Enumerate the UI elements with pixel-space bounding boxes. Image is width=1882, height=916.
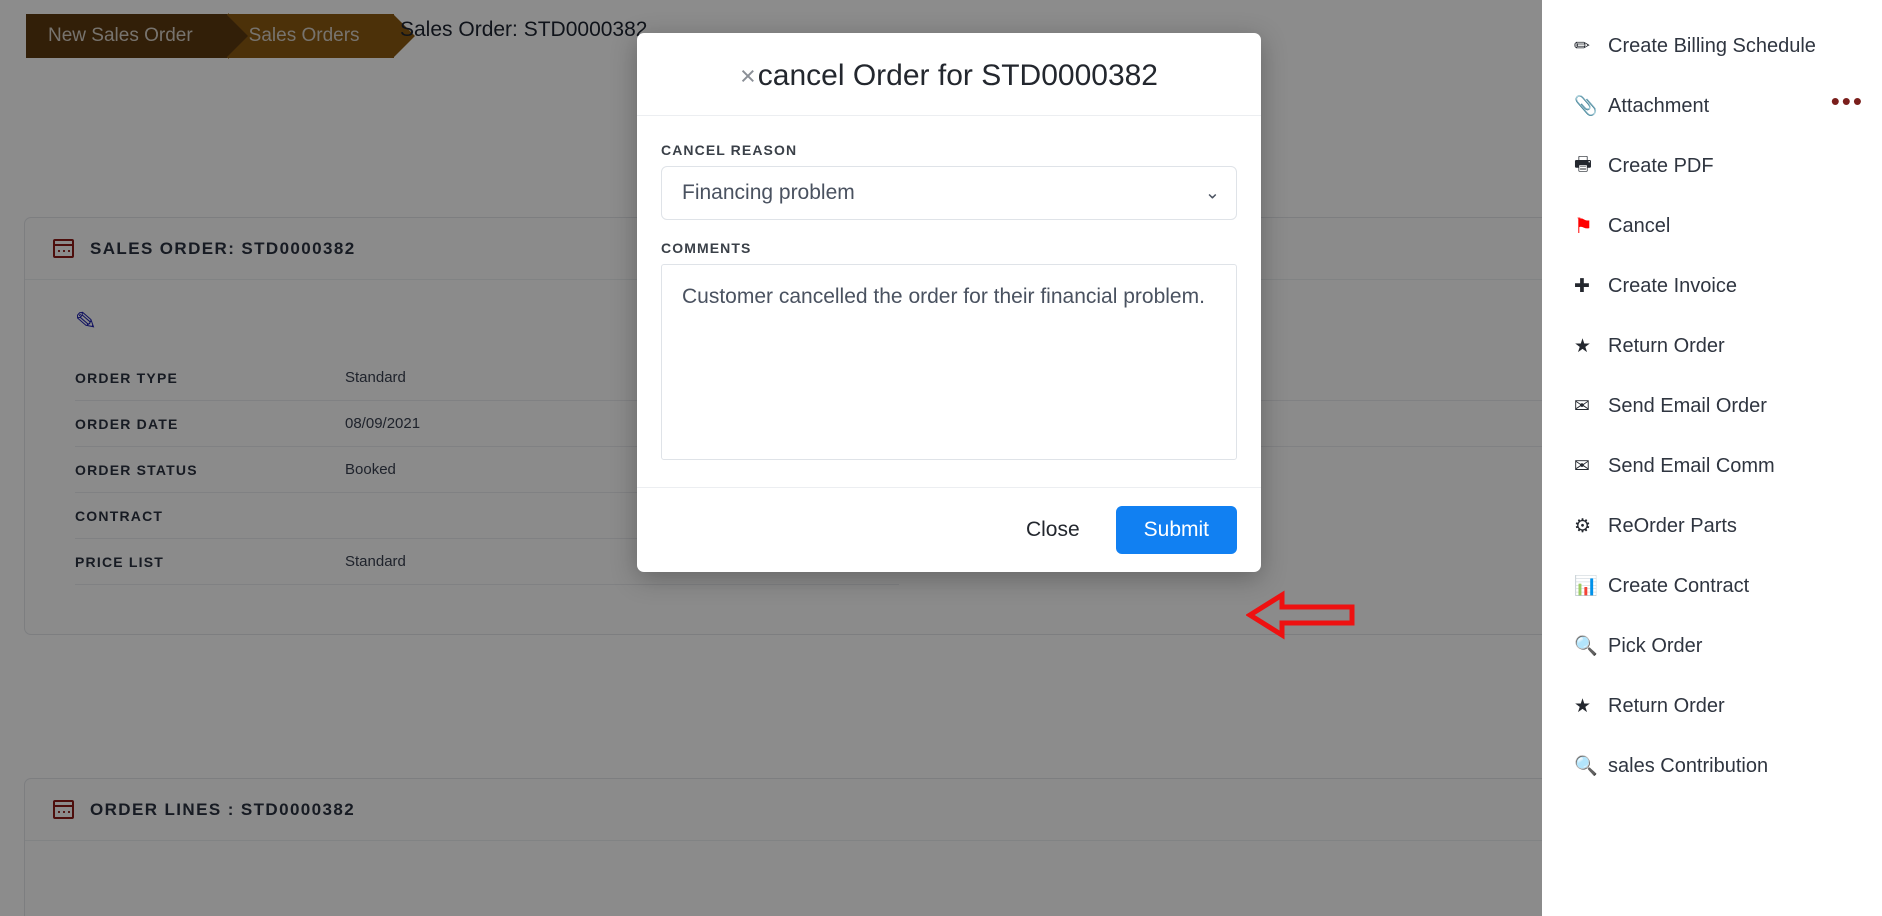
menu-item-label: ReOrder Parts: [1608, 514, 1737, 537]
modal-title: cancel Order for STD0000382: [757, 59, 1158, 92]
modal-header: × cancel Order for STD0000382: [637, 33, 1261, 116]
annotation-arrow-icon: [1246, 590, 1355, 640]
menu-item-label: sales Contribution: [1608, 754, 1769, 777]
cancel-reason-value: Financing problem: [682, 181, 855, 204]
menu-item-send-email-order[interactable]: ✉ Send Email Order: [1542, 376, 1882, 436]
menu-item-label: Attachment: [1608, 94, 1710, 117]
flag-icon: ⚑: [1574, 214, 1593, 238]
menu-item-label: Return Order: [1608, 694, 1725, 717]
pencil-icon: ✏: [1574, 35, 1590, 57]
plus-icon: ✚: [1574, 275, 1590, 297]
menu-item-return-order-2[interactable]: ★ Return Order: [1542, 676, 1882, 736]
envelope-icon: ✉: [1574, 395, 1590, 417]
menu-item-sales-contribution[interactable]: 🔍 sales Contribution: [1542, 736, 1882, 796]
menu-item-label: Create Billing Schedule: [1608, 34, 1816, 57]
modal-body: CANCEL REASON Financing problem ⌄ COMMEN…: [637, 116, 1261, 487]
menu-item-label: Return Order: [1608, 334, 1725, 357]
menu-item-send-email-comm[interactable]: ✉ Send Email Comm: [1542, 436, 1882, 496]
menu-item-create-pdf[interactable]: 🖶 Create PDF: [1542, 136, 1882, 196]
menu-item-create-contract[interactable]: 📊 Create Contract: [1542, 556, 1882, 616]
action-menu-panel: › ••• ✏ Create Billing Schedule 📎 Attach…: [1542, 0, 1882, 916]
printer-icon: 🖶: [1574, 154, 1592, 175]
cancel-reason-select[interactable]: Financing problem ⌄: [661, 166, 1237, 220]
paperclip-icon: 📎: [1574, 96, 1598, 117]
menu-item-reorder-parts[interactable]: ⚙ ReOrder Parts: [1542, 496, 1882, 556]
cancel-reason-label: CANCEL REASON: [661, 142, 798, 158]
more-options-icon[interactable]: •••: [1831, 88, 1864, 114]
menu-item-label: Create PDF: [1608, 154, 1714, 177]
menu-item-label: Send Email Order: [1608, 394, 1767, 417]
bar-chart-icon: 📊: [1574, 576, 1598, 597]
search-icon: 🔍: [1574, 756, 1598, 777]
menu-item-label: Create Contract: [1608, 574, 1750, 597]
submit-button[interactable]: Submit: [1115, 506, 1237, 554]
chevron-down-icon: ⌄: [1204, 182, 1220, 203]
menu-item-return-order[interactable]: ★ Return Order: [1542, 316, 1882, 376]
comments-input[interactable]: [661, 264, 1237, 460]
menu-item-cancel[interactable]: ⚑ Cancel: [1542, 196, 1882, 256]
gear-icon: ⚙: [1574, 515, 1592, 537]
menu-item-label: Create Invoice: [1608, 274, 1737, 297]
menu-item-create-billing-schedule[interactable]: ✏ Create Billing Schedule: [1542, 16, 1882, 76]
modal-footer: Close Submit: [637, 487, 1261, 572]
star-icon: ★: [1574, 695, 1592, 717]
close-icon[interactable]: ×: [740, 62, 756, 90]
cancel-order-modal: × cancel Order for STD0000382 CANCEL REA…: [637, 33, 1261, 572]
star-icon: ★: [1574, 335, 1592, 357]
comments-label: COMMENTS: [661, 240, 752, 256]
menu-item-label: Cancel: [1608, 214, 1671, 237]
envelope-icon: ✉: [1574, 455, 1590, 477]
search-icon: 🔍: [1574, 636, 1598, 657]
menu-item-create-invoice[interactable]: ✚ Create Invoice: [1542, 256, 1882, 316]
menu-item-pick-order[interactable]: 🔍 Pick Order: [1542, 616, 1882, 676]
close-button[interactable]: Close: [1012, 508, 1094, 552]
menu-item-label: Pick Order: [1608, 634, 1703, 657]
menu-item-label: Send Email Comm: [1608, 454, 1775, 477]
